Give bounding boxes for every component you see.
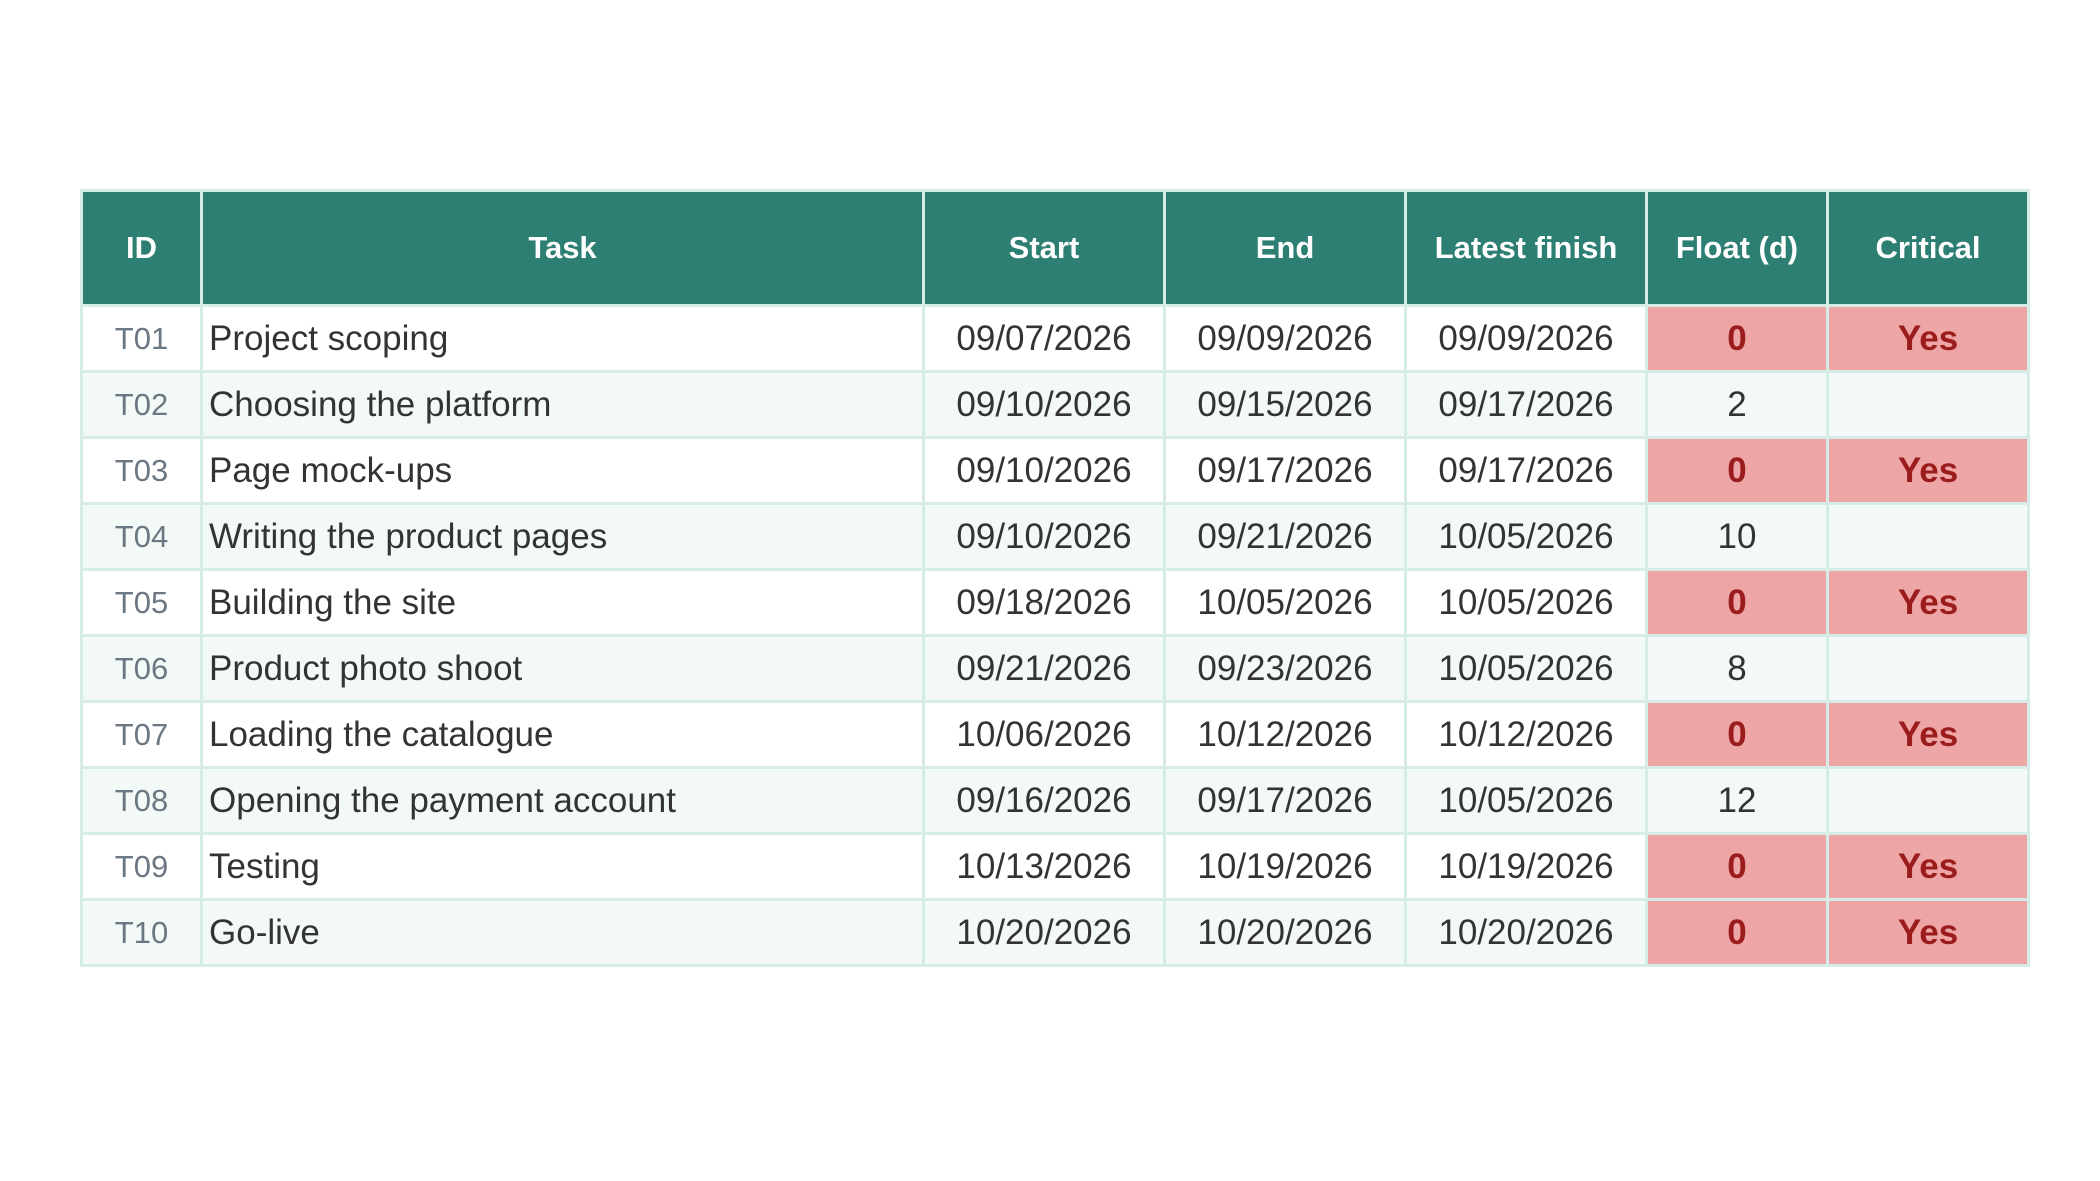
critical-cell xyxy=(1826,370,2030,439)
start-date-cell: 09/16/2026 xyxy=(922,766,1166,835)
start-date-cell: 09/10/2026 xyxy=(922,502,1166,571)
critical-cell: Yes xyxy=(1826,304,2030,373)
float-cell: 8 xyxy=(1645,634,1829,703)
task-id-cell: T01 xyxy=(80,304,203,373)
column-header-start: Start xyxy=(922,189,1166,307)
column-header-id: ID xyxy=(80,189,203,307)
critical-cell: Yes xyxy=(1826,898,2030,967)
task-id-cell: T09 xyxy=(80,832,203,901)
table-row: T08 Opening the payment account 09/16/20… xyxy=(80,766,2030,835)
float-cell: 0 xyxy=(1645,898,1829,967)
float-cell: 0 xyxy=(1645,832,1829,901)
column-header-latest-finish: Latest finish xyxy=(1404,189,1648,307)
critical-cell xyxy=(1826,502,2030,571)
task-id-cell: T06 xyxy=(80,634,203,703)
start-date-cell: 10/20/2026 xyxy=(922,898,1166,967)
column-header-float: Float (d) xyxy=(1645,189,1829,307)
latest-finish-cell: 10/05/2026 xyxy=(1404,502,1648,571)
float-cell: 0 xyxy=(1645,304,1829,373)
start-date-cell: 10/13/2026 xyxy=(922,832,1166,901)
end-date-cell: 10/12/2026 xyxy=(1163,700,1407,769)
table-row: T02 Choosing the platform 09/10/2026 09/… xyxy=(80,370,2030,439)
task-id-cell: T05 xyxy=(80,568,203,637)
latest-finish-cell: 10/05/2026 xyxy=(1404,568,1648,637)
critical-cell: Yes xyxy=(1826,700,2030,769)
critical-cell xyxy=(1826,766,2030,835)
task-name-cell: Testing xyxy=(200,832,925,901)
end-date-cell: 09/23/2026 xyxy=(1163,634,1407,703)
float-cell: 0 xyxy=(1645,568,1829,637)
latest-finish-cell: 09/09/2026 xyxy=(1404,304,1648,373)
end-date-cell: 09/09/2026 xyxy=(1163,304,1407,373)
table-row: T06 Product photo shoot 09/21/2026 09/23… xyxy=(80,634,2030,703)
latest-finish-cell: 10/05/2026 xyxy=(1404,766,1648,835)
end-date-cell: 09/17/2026 xyxy=(1163,766,1407,835)
column-header-task: Task xyxy=(200,189,925,307)
float-cell: 0 xyxy=(1645,700,1829,769)
float-cell: 12 xyxy=(1645,766,1829,835)
end-date-cell: 09/17/2026 xyxy=(1163,436,1407,505)
table-row: T03 Page mock-ups 09/10/2026 09/17/2026 … xyxy=(80,436,2030,505)
table-row: T09 Testing 10/13/2026 10/19/2026 10/19/… xyxy=(80,832,2030,901)
task-id-cell: T04 xyxy=(80,502,203,571)
task-name-cell: Building the site xyxy=(200,568,925,637)
column-header-critical: Critical xyxy=(1826,189,2030,307)
critical-cell: Yes xyxy=(1826,436,2030,505)
start-date-cell: 10/06/2026 xyxy=(922,700,1166,769)
end-date-cell: 09/15/2026 xyxy=(1163,370,1407,439)
task-id-cell: T02 xyxy=(80,370,203,439)
float-cell: 0 xyxy=(1645,436,1829,505)
latest-finish-cell: 10/19/2026 xyxy=(1404,832,1648,901)
table-row: T05 Building the site 09/18/2026 10/05/2… xyxy=(80,568,2030,637)
start-date-cell: 09/10/2026 xyxy=(922,436,1166,505)
table-row: T01 Project scoping 09/07/2026 09/09/202… xyxy=(80,304,2030,373)
end-date-cell: 10/20/2026 xyxy=(1163,898,1407,967)
task-name-cell: Writing the product pages xyxy=(200,502,925,571)
critical-cell: Yes xyxy=(1826,832,2030,901)
end-date-cell: 10/05/2026 xyxy=(1163,568,1407,637)
start-date-cell: 09/18/2026 xyxy=(922,568,1166,637)
table-row: T04 Writing the product pages 09/10/2026… xyxy=(80,502,2030,571)
header-row: ID Task Start End Latest finish Float (d… xyxy=(80,189,2030,307)
end-date-cell: 10/19/2026 xyxy=(1163,832,1407,901)
task-name-cell: Opening the payment account xyxy=(200,766,925,835)
task-id-cell: T03 xyxy=(80,436,203,505)
critical-cell: Yes xyxy=(1826,568,2030,637)
task-id-cell: T07 xyxy=(80,700,203,769)
column-header-end: End xyxy=(1163,189,1407,307)
task-name-cell: Loading the catalogue xyxy=(200,700,925,769)
latest-finish-cell: 10/05/2026 xyxy=(1404,634,1648,703)
latest-finish-cell: 09/17/2026 xyxy=(1404,436,1648,505)
start-date-cell: 09/07/2026 xyxy=(922,304,1166,373)
float-cell: 10 xyxy=(1645,502,1829,571)
task-name-cell: Product photo shoot xyxy=(200,634,925,703)
critical-cell xyxy=(1826,634,2030,703)
latest-finish-cell: 10/12/2026 xyxy=(1404,700,1648,769)
task-name-cell: Go-live xyxy=(200,898,925,967)
table-row: T07 Loading the catalogue 10/06/2026 10/… xyxy=(80,700,2030,769)
latest-finish-cell: 10/20/2026 xyxy=(1404,898,1648,967)
start-date-cell: 09/21/2026 xyxy=(922,634,1166,703)
float-cell: 2 xyxy=(1645,370,1829,439)
task-id-cell: T10 xyxy=(80,898,203,967)
task-id-cell: T08 xyxy=(80,766,203,835)
latest-finish-cell: 09/17/2026 xyxy=(1404,370,1648,439)
task-name-cell: Page mock-ups xyxy=(200,436,925,505)
task-name-cell: Project scoping xyxy=(200,304,925,373)
end-date-cell: 09/21/2026 xyxy=(1163,502,1407,571)
start-date-cell: 09/10/2026 xyxy=(922,370,1166,439)
task-name-cell: Choosing the platform xyxy=(200,370,925,439)
page: ID Task Start End Latest finish Float (d… xyxy=(0,0,2100,1181)
schedule-table: ID Task Start End Latest finish Float (d… xyxy=(80,189,2030,967)
table-row: T10 Go-live 10/20/2026 10/20/2026 10/20/… xyxy=(80,898,2030,967)
